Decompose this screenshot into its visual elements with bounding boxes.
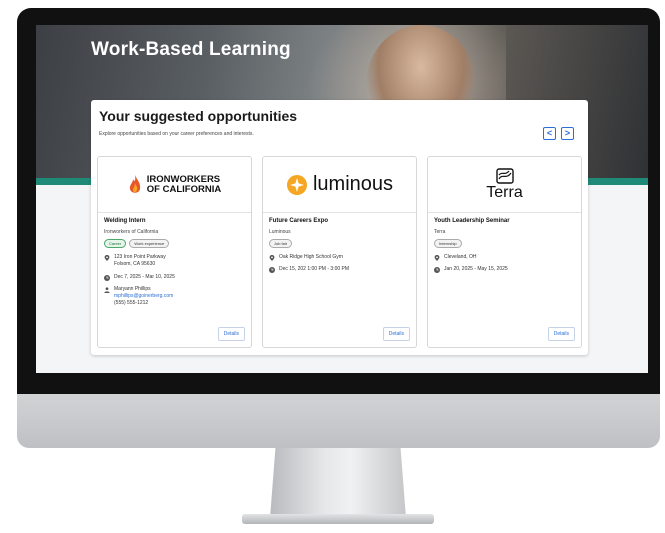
tag-work-experience: Work experience: [129, 239, 170, 248]
tag-job-fair: Job fair: [269, 239, 293, 248]
tag-internship: Internship: [434, 239, 462, 248]
card-org: Ironworkers of California: [104, 229, 159, 235]
details-button[interactable]: Details: [382, 327, 410, 341]
dates-text: Dec 7, 2025 - Mar 10, 2025: [114, 274, 175, 280]
section-title: Your suggested opportunities: [99, 108, 298, 124]
address-line-1: 123 Iron Point Parkway: [114, 254, 166, 260]
card-org: Terra: [434, 229, 446, 235]
card-org: Luminous: [269, 229, 291, 235]
ironworkers-logo: IRONWORKERS OF CALIFORNIA: [98, 157, 251, 213]
terra-logo: Terra: [428, 157, 581, 213]
contact-phone: (555) 555-1212: [114, 300, 149, 306]
luminous-mark-icon: [286, 174, 307, 195]
clock-icon: [434, 266, 440, 273]
logo-wordmark: luminous: [312, 173, 394, 195]
dates-text: Jan 20, 2025 - May 15, 2025: [444, 266, 508, 272]
monitor-mockup: Work-Based Learning Your suggested oppor…: [0, 0, 665, 533]
details-button[interactable]: Details: [217, 327, 245, 341]
clock-icon: [104, 274, 110, 281]
address-line-2: Folsom, CA 95630: [114, 261, 156, 267]
opportunity-card[interactable]: Terra Youth Leadership Seminar Terra Int…: [427, 156, 582, 348]
suggested-opportunities-panel: Your suggested opportunities Explore opp…: [91, 100, 588, 355]
carousel-prev-button[interactable]: <: [543, 127, 556, 140]
card-title: Future Careers Expo: [269, 218, 329, 224]
location-text: Oak Ridge High School Gym: [279, 254, 343, 260]
carousel-next-button[interactable]: >: [561, 127, 574, 140]
luminous-logo: luminous: [263, 157, 416, 213]
dates-text: Dec 15, 202 1:00 PM - 3:00 PM: [279, 266, 350, 272]
location-pin-icon: [269, 254, 275, 261]
opportunity-card[interactable]: IRONWORKERS OF CALIFORNIA Welding Intern…: [97, 156, 252, 348]
screen: Work-Based Learning Your suggested oppor…: [36, 25, 648, 373]
location-pin-icon: [434, 254, 440, 261]
opportunity-card[interactable]: luminous Future Careers Expo Luminous Jo…: [262, 156, 417, 348]
card-title: Welding Intern: [104, 218, 146, 224]
chevron-right-icon: >: [564, 128, 571, 138]
logo-line-2: OF CALIFORNIA: [146, 183, 222, 195]
location-text: Cleveland, OH: [444, 254, 477, 260]
logo-line-1: IRONWORKERS: [146, 173, 221, 185]
tag-career: Career: [104, 239, 127, 248]
page-title: Work-Based Learning: [91, 39, 291, 60]
card-location: Oak Ridge High School Gym: [269, 254, 343, 261]
contact-email-link[interactable]: mphillips@goinerberg.com: [114, 293, 173, 299]
details-button[interactable]: Details: [547, 327, 575, 341]
card-title: Youth Leadership Seminar: [434, 218, 510, 224]
contact-name: Maryann Phillips: [114, 286, 151, 292]
monitor-chin: [17, 394, 660, 448]
person-icon: [104, 286, 110, 293]
terra-mark-icon: [495, 167, 514, 184]
card-contact: Maryann Phillips mphillips@goinerberg.co…: [104, 286, 173, 307]
monitor-stand-neck: [270, 448, 406, 518]
section-subtitle: Explore opportunities based on your care…: [99, 131, 254, 137]
card-dates: Dec 15, 202 1:00 PM - 3:00 PM: [269, 266, 349, 273]
card-address: 123 Iron Point Parkway Folsom, CA 95630: [104, 254, 166, 268]
card-dates: Dec 7, 2025 - Mar 10, 2025: [104, 274, 175, 281]
monitor-stand-base: [242, 514, 434, 524]
chevron-left-icon: <: [546, 128, 553, 138]
location-pin-icon: [104, 254, 110, 261]
card-location: Cleveland, OH: [434, 254, 477, 261]
logo-wordmark: Terra: [486, 183, 523, 201]
flame-icon: [129, 174, 140, 193]
card-dates: Jan 20, 2025 - May 15, 2025: [434, 266, 508, 273]
clock-icon: [269, 266, 275, 273]
